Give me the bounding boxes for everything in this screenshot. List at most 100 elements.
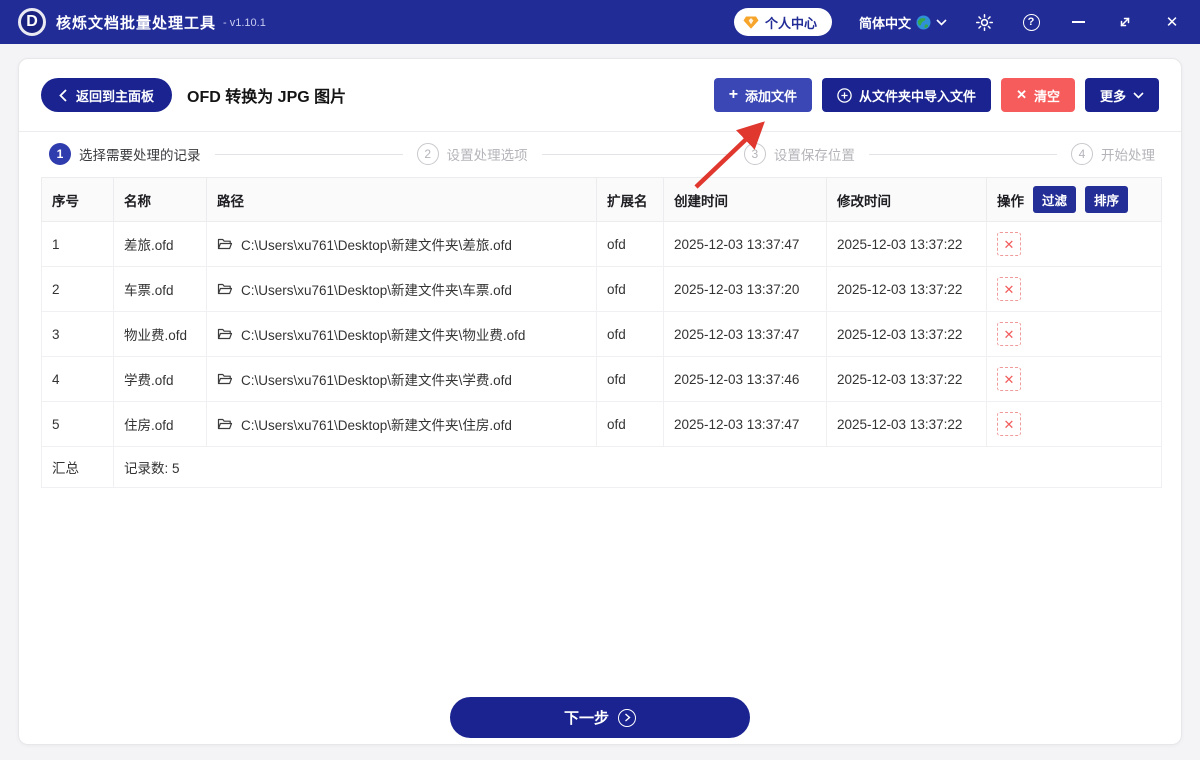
file-path: C:\Users\xu761\Desktop\新建文件夹\学费.ofd: [241, 373, 512, 388]
summary-value: 记录数: 5: [113, 446, 1162, 488]
cell-created: 2025-12-03 13:37:47: [663, 401, 827, 447]
app-window: D 核烁文档批量处理工具 - v1.10.1 个人中心 简体中文 ? ✕ 返回到…: [0, 0, 1200, 760]
header-ops: 操作 过滤 排序: [986, 177, 1162, 222]
cell-index: 3: [41, 311, 114, 357]
step-1: 1 选择需要处理的记录: [49, 143, 201, 165]
cell-index: 1: [41, 221, 114, 267]
cell-path: C:\Users\xu761\Desktop\新建文件夹\差旅.ofd: [206, 221, 597, 267]
table-header-row: 序号 名称 路径 扩展名 创建时间 修改时间 操作 过滤 排序: [41, 177, 1162, 222]
app-title: 核烁文档批量处理工具: [56, 14, 217, 32]
table-row: 1 差旅.ofd C:\Users\xu761\Desktop\新建文件夹\差旅…: [41, 221, 1162, 267]
circle-plus-icon: [837, 87, 852, 103]
vip-diamond-icon: [743, 15, 759, 30]
sort-button[interactable]: 排序: [1085, 186, 1129, 213]
step-connector: [541, 153, 730, 155]
header-ext: 扩展名: [596, 177, 664, 222]
summary-row: 汇总 记录数: 5: [41, 446, 1162, 488]
cell-created: 2025-12-03 13:37:46: [663, 356, 827, 402]
table-row: 4 学费.ofd C:\Users\xu761\Desktop\新建文件夹\学费…: [41, 356, 1162, 402]
chevron-down-icon: [1133, 91, 1144, 99]
cell-created: 2025-12-03 13:37:20: [663, 266, 827, 312]
file-path: C:\Users\xu761\Desktop\新建文件夹\车票.ofd: [241, 283, 512, 298]
header-path: 路径: [206, 177, 597, 222]
cell-ops: ✕: [986, 221, 1162, 267]
page-title: OFD 转换为 JPG 图片: [187, 89, 347, 106]
user-center-button[interactable]: 个人中心: [733, 8, 832, 36]
table-row: 5 住房.ofd C:\Users\xu761\Desktop\新建文件夹\住房…: [41, 401, 1162, 447]
cell-created: 2025-12-03 13:37:47: [663, 221, 827, 267]
step-indicator: 1 选择需要处理的记录 2 设置处理选项 3 设置保存位置 4 开始处理: [19, 132, 1181, 175]
main-card: 返回到主面板 OFD 转换为 JPG 图片 + 添加文件 从文件夹中导入文件 ✕…: [18, 58, 1182, 745]
x-icon: ✕: [1016, 87, 1027, 102]
cell-name: 物业费.ofd: [113, 311, 207, 357]
cell-index: 4: [41, 356, 114, 402]
cell-ext: ofd: [596, 356, 664, 402]
delete-row-button[interactable]: ✕: [997, 412, 1021, 436]
cell-ext: ofd: [596, 311, 664, 357]
globe-icon: [916, 15, 931, 30]
back-to-dashboard-button[interactable]: 返回到主面板: [41, 78, 173, 112]
folder-icon: [217, 282, 233, 296]
settings-gear-icon[interactable]: [974, 12, 994, 32]
step-2: 2 设置处理选项: [416, 143, 528, 165]
cell-ext: ofd: [596, 401, 664, 447]
table-row: 3 物业费.ofd C:\Users\xu761\Desktop\新建文件夹\物…: [41, 311, 1162, 357]
import-from-folder-button[interactable]: 从文件夹中导入文件: [822, 78, 992, 112]
header-modified: 修改时间: [826, 177, 987, 222]
circle-arrow-right-icon: [618, 708, 636, 727]
user-center-label: 个人中心: [764, 15, 817, 31]
cell-ops: ✕: [986, 266, 1162, 312]
cell-ext: ofd: [596, 266, 664, 312]
minimize-button[interactable]: [1068, 12, 1088, 32]
cell-modified: 2025-12-03 13:37:22: [826, 356, 987, 402]
cell-ext: ofd: [596, 221, 664, 267]
cell-path: C:\Users\xu761\Desktop\新建文件夹\住房.ofd: [206, 401, 597, 447]
chevron-left-icon: [59, 88, 67, 102]
cell-index: 2: [41, 266, 114, 312]
language-label: 简体中文: [858, 15, 911, 31]
delete-row-button[interactable]: ✕: [997, 277, 1021, 301]
cell-path: C:\Users\xu761\Desktop\新建文件夹\物业费.ofd: [206, 311, 597, 357]
folder-icon: [217, 417, 233, 431]
next-step-button[interactable]: 下一步: [450, 697, 750, 738]
back-button-label: 返回到主面板: [76, 88, 155, 104]
step-3: 3 设置保存位置: [743, 143, 855, 165]
step-connector: [214, 153, 403, 155]
clear-button[interactable]: ✕ 清空: [1001, 78, 1075, 112]
app-logo: D: [18, 8, 46, 36]
folder-icon: [217, 237, 233, 251]
more-button[interactable]: 更多: [1084, 78, 1159, 112]
cell-ops: ✕: [986, 311, 1162, 357]
file-path: C:\Users\xu761\Desktop\新建文件夹\差旅.ofd: [241, 238, 512, 253]
cell-modified: 2025-12-03 13:37:22: [826, 401, 987, 447]
table-body: 1 差旅.ofd C:\Users\xu761\Desktop\新建文件夹\差旅…: [41, 221, 1162, 447]
header-created: 创建时间: [663, 177, 827, 222]
cell-modified: 2025-12-03 13:37:22: [826, 311, 987, 357]
file-table: 序号 名称 路径 扩展名 创建时间 修改时间 操作 过滤 排序 1 差旅.ofd…: [41, 177, 1162, 488]
cell-modified: 2025-12-03 13:37:22: [826, 266, 987, 312]
help-icon[interactable]: ?: [1021, 12, 1041, 32]
titlebar: D 核烁文档批量处理工具 - v1.10.1 个人中心 简体中文 ? ✕: [0, 0, 1200, 44]
delete-row-button[interactable]: ✕: [997, 322, 1021, 346]
cell-name: 学费.ofd: [113, 356, 207, 402]
add-files-button[interactable]: + 添加文件: [713, 78, 813, 112]
close-button[interactable]: ✕: [1162, 12, 1182, 32]
delete-row-button[interactable]: ✕: [997, 232, 1021, 256]
plus-icon: +: [728, 86, 739, 103]
filter-button[interactable]: 过滤: [1033, 186, 1077, 213]
cell-path: C:\Users\xu761\Desktop\新建文件夹\学费.ofd: [206, 356, 597, 402]
folder-icon: [217, 372, 233, 386]
file-path: C:\Users\xu761\Desktop\新建文件夹\物业费.ofd: [241, 328, 526, 343]
cell-name: 车票.ofd: [113, 266, 207, 312]
delete-row-button[interactable]: ✕: [997, 367, 1021, 391]
language-selector[interactable]: 简体中文: [859, 13, 947, 32]
cell-ops: ✕: [986, 401, 1162, 447]
chevron-down-icon: [936, 18, 947, 26]
file-path: C:\Users\xu761\Desktop\新建文件夹\住房.ofd: [241, 418, 512, 433]
resize-button[interactable]: [1115, 12, 1135, 32]
cell-ops: ✕: [986, 356, 1162, 402]
header-index: 序号: [41, 177, 114, 222]
cell-path: C:\Users\xu761\Desktop\新建文件夹\车票.ofd: [206, 266, 597, 312]
cell-name: 住房.ofd: [113, 401, 207, 447]
step-connector: [868, 153, 1058, 155]
